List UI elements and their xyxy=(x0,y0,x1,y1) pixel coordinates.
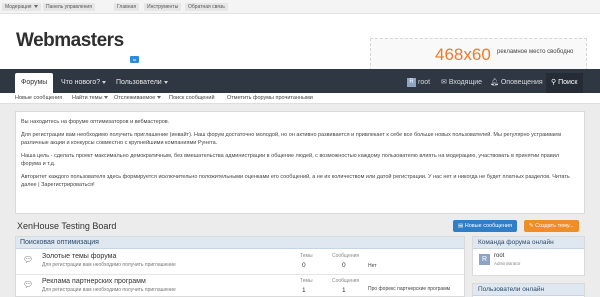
tab-members-label: Пользователи xyxy=(116,79,162,86)
forum-category: Поисковая оптимизация 💬︎ Золотые темы фо… xyxy=(15,236,465,297)
posts-count: 1 xyxy=(342,287,346,294)
new-posts-link[interactable]: Новые сообщения xyxy=(15,95,62,101)
tab-members[interactable]: Пользователи xyxy=(110,73,174,93)
notice-paragraph: Вы находитесь на форуме оптимизаторов и … xyxy=(21,119,170,125)
notice-paragraph: Авторитет каждого пользователя здесь фор… xyxy=(21,174,570,188)
tab-forums[interactable]: Форумы xyxy=(15,73,54,93)
new-posts-button-label: Новые сообщения xyxy=(464,223,512,229)
home-link[interactable]: Главная xyxy=(114,3,140,11)
feedback-link[interactable]: Обратная связь xyxy=(185,3,228,11)
sub-nav: Новые сообщения Найти темы Отслеживаемое… xyxy=(0,93,600,104)
create-thread-button[interactable]: ✎ Создать тему... xyxy=(524,220,579,232)
members-online-title: Пользователи онлайн xyxy=(473,284,584,296)
last-post[interactable]: Про форекс партнерские программ xyxy=(368,286,450,292)
forum-title[interactable]: Золотые темы форума xyxy=(42,253,116,260)
pencil-icon: ✎ xyxy=(529,223,534,229)
chevron-down-icon xyxy=(102,80,107,84)
moderation-label: Модерация xyxy=(5,4,32,10)
chevron-down-icon xyxy=(163,80,168,84)
ad-banner[interactable]: 468x60 рекламное место свободно xyxy=(370,38,587,71)
threads-count: 0 xyxy=(302,262,306,269)
admin-bar: Модерация Панель управления Главная Инст… xyxy=(0,0,600,14)
search-button[interactable]: ⚲ Поиск xyxy=(546,73,583,93)
main-nav: Форумы Что нового? Пользователи Rroot ✉ … xyxy=(0,69,600,93)
forum-description: Для регистрации вам необходимо получить … xyxy=(42,262,176,268)
bell-icon: 🔔︎ xyxy=(490,79,499,86)
user-name: root xyxy=(418,79,431,86)
inbox-link[interactable]: ✉ Входящие xyxy=(441,73,482,93)
tab-whats-new[interactable]: Что нового? xyxy=(55,73,112,93)
inbox-icon: ✉ xyxy=(441,79,447,86)
search-label: Поиск xyxy=(558,79,578,86)
welcome-notice: Вы находитесь на форуме оптимизаторов и … xyxy=(15,111,585,214)
staff-online-title: Команда форума онлайн xyxy=(473,237,584,249)
alerts-label: Оповещения xyxy=(500,79,543,86)
forum-row[interactable]: 💬︎ Золотые темы форума Для регистрации в… xyxy=(16,250,464,275)
find-threads-label: Найти темы xyxy=(72,95,103,101)
posts-label: Сообщения xyxy=(332,253,360,259)
create-thread-button-label: Создать тему... xyxy=(535,223,574,229)
threads-count: 1 xyxy=(302,287,306,294)
notice-paragraph: Для регистрации вам необходимо получить … xyxy=(21,132,562,146)
watched-link[interactable]: Отслеживаемое xyxy=(114,95,162,101)
watched-label: Отслеживаемое xyxy=(114,95,156,101)
message-icon: ▤ xyxy=(458,223,464,229)
category-title[interactable]: Поисковая оптимизация xyxy=(20,239,99,246)
mark-read-link[interactable]: Отметить форумы прочитанными xyxy=(227,95,313,101)
find-threads-link[interactable]: Найти темы xyxy=(72,95,109,101)
moderation-menu[interactable]: Модерация xyxy=(2,3,41,11)
inbox-label: Входящие xyxy=(448,79,483,86)
site-header: Webmasters ru 468x60 рекламное место сво… xyxy=(0,14,600,71)
forum-description: Для регистрации вам необходимо получить … xyxy=(42,287,176,293)
chevron-down-icon xyxy=(157,96,162,100)
chevron-down-icon xyxy=(33,5,38,9)
chevron-down-icon xyxy=(104,96,109,100)
posts-count: 0 xyxy=(342,262,346,269)
admin-panel-link[interactable]: Панель управления xyxy=(43,3,95,11)
site-logo[interactable]: Webmasters xyxy=(16,30,124,52)
new-posts-button[interactable]: ▤ Новые сообщения xyxy=(453,220,517,232)
tab-whats-new-label: Что нового? xyxy=(61,79,101,86)
forum-chat-icon: 💬︎ xyxy=(23,280,34,289)
forum-chat-icon: 💬︎ xyxy=(23,255,34,264)
search-icon: ⚲ xyxy=(551,79,557,86)
staff-online-panel: Команда форума онлайн R root Administrat… xyxy=(472,236,585,276)
ad-text: рекламное место свободно xyxy=(497,49,574,55)
tools-link[interactable]: Инструменты xyxy=(144,3,182,11)
staff-role: Administrator xyxy=(494,261,521,266)
user-avatar: R xyxy=(407,77,416,87)
alerts-link[interactable]: 🔔︎ Оповещения xyxy=(490,73,543,93)
last-post: Нет xyxy=(368,263,377,269)
forum-title[interactable]: Реклама партнерских программ xyxy=(42,278,146,285)
ad-size: 468x60 xyxy=(435,45,491,64)
posts-label: Сообщения xyxy=(332,278,360,284)
page-title: XenHouse Testing Board xyxy=(17,221,117,231)
threads-label: Темы xyxy=(300,278,313,284)
threads-label: Темы xyxy=(300,253,313,259)
notice-paragraph: Наша цель - сделать проект максимально д… xyxy=(21,153,560,167)
logo-badge: ru xyxy=(130,56,139,63)
category-header[interactable]: Поисковая оптимизация xyxy=(16,237,464,249)
members-online-panel: Пользователи онлайн xyxy=(472,283,585,297)
user-menu[interactable]: Rroot xyxy=(407,73,430,93)
avatar[interactable]: R xyxy=(479,254,490,265)
forum-row[interactable]: 💬︎ Реклама партнерских программ Для реги… xyxy=(16,275,464,297)
search-posts-link[interactable]: Поиск сообщений xyxy=(169,95,215,101)
staff-name[interactable]: root xyxy=(494,253,504,259)
